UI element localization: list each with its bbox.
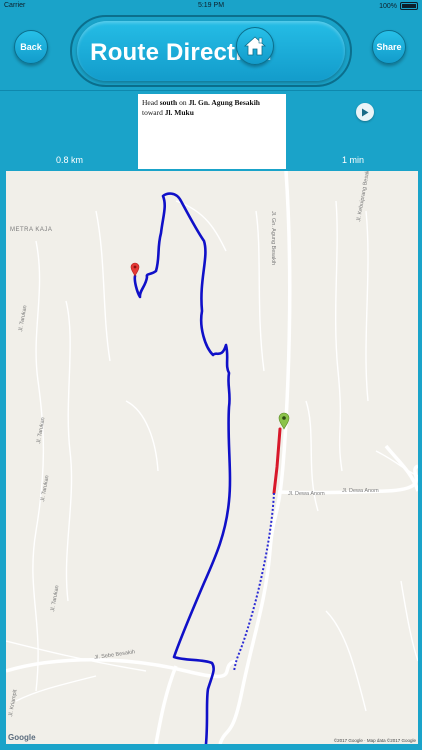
route-distance: 0.8 km: [56, 155, 84, 165]
road-label: Jl. Dewa Anom: [342, 488, 379, 494]
battery-percent: 100%: [379, 2, 397, 10]
app-header: Back Route Direction Share: [0, 12, 422, 90]
destination-marker-icon: [278, 412, 290, 430]
area-label: METRA KAJA: [10, 227, 53, 233]
instruction-toward: toward: [142, 108, 165, 117]
instruction-street: Jl. Gn. Agung Besakih: [188, 98, 260, 107]
route-map[interactable]: METRA KAJA Jl. Gn. Agung Besakih Jl. Keb…: [6, 171, 418, 744]
map-canvas: [6, 171, 418, 744]
road-label: Jl. Gn. Agung Besakih: [270, 211, 276, 266]
share-button-label: Share: [376, 42, 402, 52]
battery-indicator: 100%: [379, 2, 418, 10]
back-button-label: Back: [20, 42, 42, 52]
instruction-text: Head south on Jl. Gn. Agung Besakih towa…: [138, 94, 286, 169]
route-path: [133, 192, 232, 744]
instruction-prefix: Head: [142, 98, 160, 107]
road-label: Jl. Dewa Anom: [288, 491, 325, 497]
traffic-segment: [272, 427, 282, 495]
title-pill: Route Direction: [77, 21, 345, 81]
instruction-destination: Jl. Muku: [164, 108, 194, 117]
instruction-on: on: [177, 98, 189, 107]
minor-roads: [6, 200, 418, 712]
status-bar: Carrier 5:19 PM 100%: [0, 0, 422, 12]
play-icon: [362, 108, 369, 116]
route-duration: 1 min: [342, 155, 365, 165]
home-icon: [244, 36, 266, 56]
map-attribution[interactable]: ©2017 Google · Map data ©2017 Google: [334, 738, 416, 743]
next-step-button[interactable]: [356, 103, 374, 121]
back-button[interactable]: Back: [14, 30, 48, 64]
origin-marker-icon: [130, 262, 140, 277]
main-roads: [6, 171, 418, 744]
instruction-panel: Head south on Jl. Gn. Agung Besakih towa…: [0, 91, 422, 169]
google-logo: Google: [8, 733, 36, 742]
home-button[interactable]: [236, 27, 274, 65]
battery-icon: [400, 2, 418, 10]
instruction-direction: south: [159, 98, 178, 107]
title-frame: Route Direction: [70, 15, 352, 87]
share-button[interactable]: Share: [372, 30, 406, 64]
status-time: 5:19 PM: [197, 2, 225, 9]
